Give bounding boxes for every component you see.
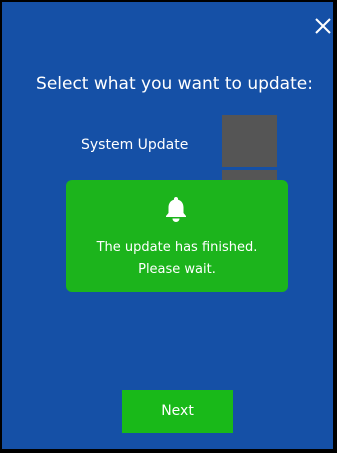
next-button[interactable]: Next bbox=[122, 390, 233, 433]
dialog-heading: Select what you want to update: bbox=[36, 74, 313, 94]
close-icon bbox=[315, 18, 331, 34]
bell-icon bbox=[162, 195, 190, 223]
option-thumbnail[interactable] bbox=[222, 115, 277, 167]
option-label-system-update: System Update bbox=[81, 137, 189, 153]
notification-message-line2: Please wait. bbox=[138, 262, 216, 277]
update-dialog: Select what you want to update: System U… bbox=[0, 0, 337, 453]
notification-message-line1: The update has finished. bbox=[96, 240, 258, 255]
close-button[interactable] bbox=[313, 16, 333, 36]
update-finished-notification: The update has finished. Please wait. bbox=[66, 180, 288, 292]
